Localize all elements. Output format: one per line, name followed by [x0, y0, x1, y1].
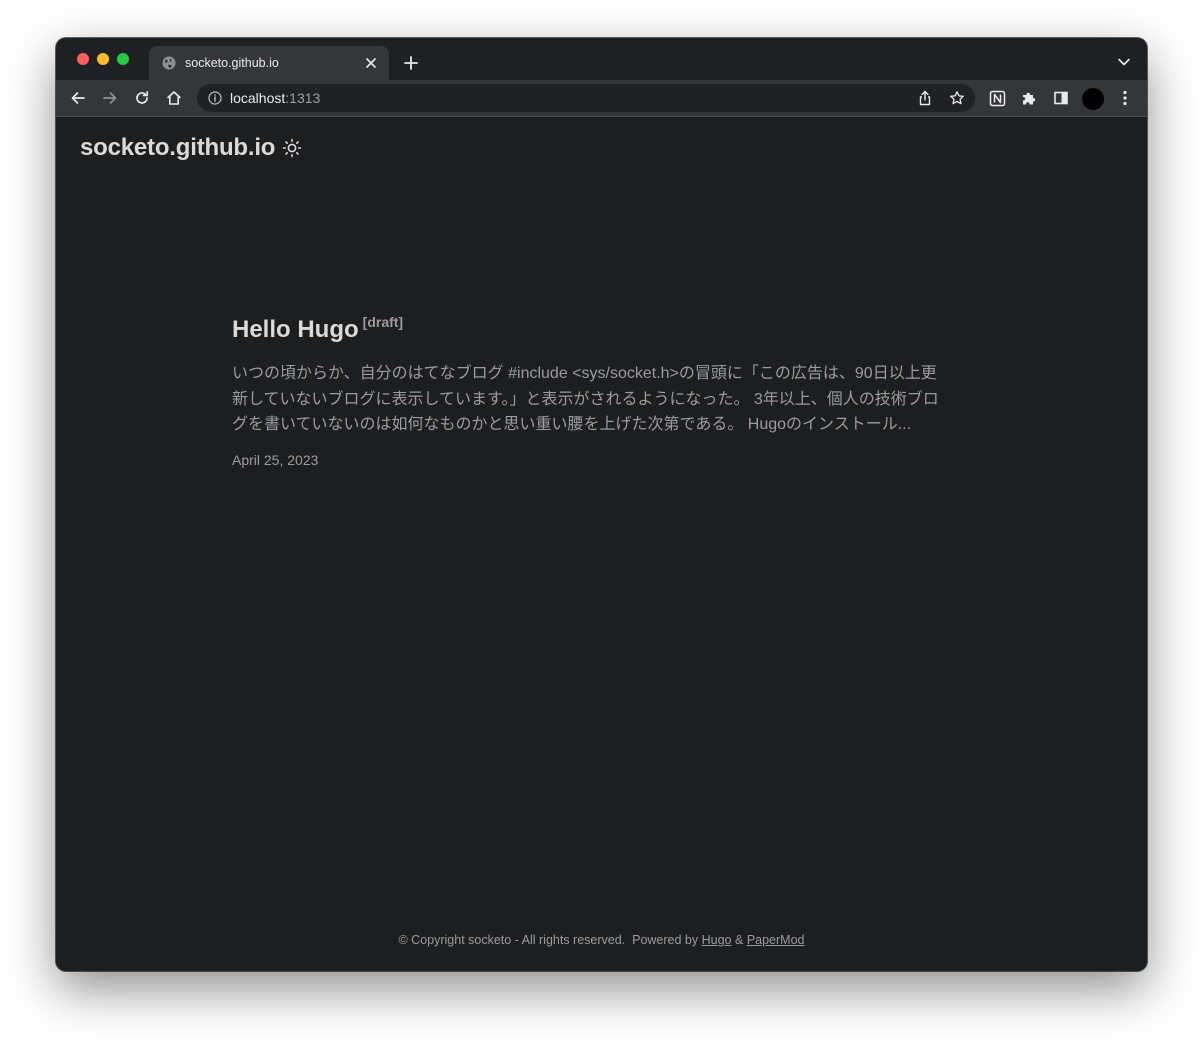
- draft-badge: [draft]: [362, 314, 404, 330]
- post-date: April 25, 2023: [232, 451, 319, 468]
- footer-hugo-link[interactable]: Hugo: [702, 933, 732, 947]
- reload-button[interactable]: [133, 89, 151, 107]
- home-button[interactable]: [165, 89, 183, 107]
- info-icon[interactable]: [208, 91, 222, 105]
- minimize-window-button[interactable]: [97, 53, 109, 65]
- close-window-button[interactable]: [77, 53, 89, 65]
- footer-amp: &: [734, 933, 744, 947]
- notion-extension-button[interactable]: [988, 89, 1006, 107]
- tab-title: socketo.github.io: [185, 56, 279, 70]
- extensions-button[interactable]: [1020, 89, 1038, 107]
- notion-icon: [989, 90, 1005, 106]
- puzzle-icon: [1023, 92, 1036, 105]
- post-entry[interactable]: Hello Hugo [draft] いつの頃からか、自分のはてなブログ #inc…: [232, 307, 952, 469]
- arrow-right-icon: [103, 92, 117, 104]
- footer-papermod-link[interactable]: PaperMod: [747, 933, 805, 947]
- tab-strip: socketo.github.io: [56, 38, 1147, 80]
- site-footer: © Copyright socketo - All rights reserve…: [56, 932, 1147, 948]
- url-host: localhost: [230, 90, 286, 106]
- footer-powered-by: Powered by: [632, 933, 699, 947]
- profile-avatar[interactable]: [1082, 88, 1104, 110]
- post-summary: いつの頃からか、自分のはてなブログ #include <sys/socket.h…: [232, 365, 939, 433]
- post-title[interactable]: Hello Hugo [draft]: [232, 307, 952, 345]
- browser-toolbar: localhost:1313: [56, 80, 1147, 117]
- forward-button[interactable]: [101, 89, 119, 107]
- kebab-menu-icon: [1123, 90, 1127, 106]
- reload-icon: [136, 90, 149, 104]
- zoom-window-button[interactable]: [117, 53, 129, 65]
- url-port: :1313: [285, 90, 321, 106]
- tab-socketo[interactable]: socketo.github.io: [149, 46, 389, 80]
- back-button[interactable]: [69, 89, 87, 107]
- page-content: socketo.github.io Hello Hugo [draft] いつの頃…: [56, 117, 1147, 971]
- post-title-text: Hello Hugo: [232, 316, 359, 343]
- side-panel-button[interactable]: [1052, 89, 1070, 107]
- close-tab-button[interactable]: [363, 55, 379, 71]
- address-bar[interactable]: localhost:1313: [197, 84, 975, 112]
- tab-search-chevron-down-icon[interactable]: [1117, 56, 1131, 68]
- close-icon: [366, 58, 376, 68]
- sun-icon[interactable]: [282, 138, 302, 158]
- url-text: localhost:1313: [230, 90, 320, 106]
- site-logo[interactable]: socketo.github.io: [80, 134, 275, 162]
- share-icon[interactable]: [917, 90, 933, 106]
- new-tab-button[interactable]: [402, 54, 420, 72]
- globe-icon: [162, 56, 176, 70]
- star-icon[interactable]: [949, 90, 965, 106]
- arrow-left-icon: [71, 92, 85, 104]
- browser-window: socketo.github.io localhost:1313 socketo…: [56, 38, 1147, 971]
- side-panel-icon: [1054, 91, 1068, 105]
- home-icon: [167, 91, 181, 105]
- browser-menu-button[interactable]: [1116, 89, 1134, 107]
- footer-copyright: © Copyright socketo - All rights reserve…: [398, 933, 626, 947]
